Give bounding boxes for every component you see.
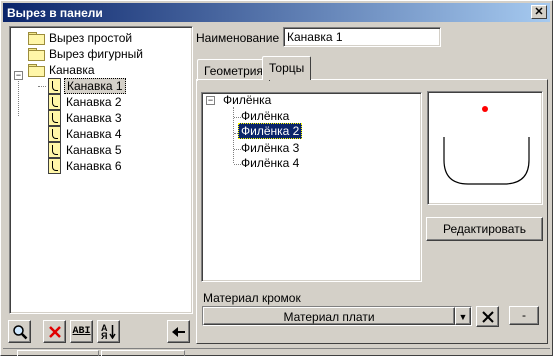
- edit-button[interactable]: Редактировать: [426, 217, 543, 241]
- tree-item-groove-1[interactable]: Канавка 1: [48, 78, 126, 94]
- profile-preview: [427, 91, 543, 205]
- groove-icon: [48, 158, 61, 174]
- magnifier-icon: [12, 324, 27, 339]
- status-bar: [3, 348, 550, 356]
- tree-item-panel-root[interactable]: Филёнка: [221, 93, 273, 109]
- tree-item-simple-cutout[interactable]: Вырез простой: [28, 30, 134, 46]
- tree-item-label: Канавка 6: [66, 159, 122, 173]
- tree-item-label: Филёнка: [241, 109, 290, 123]
- tree-item-groove-4[interactable]: Канавка 4: [48, 126, 124, 142]
- groove-icon: [48, 94, 61, 110]
- tab-geometry[interactable]: Геометрия: [197, 59, 270, 81]
- sort-arrow-icon: [109, 325, 116, 339]
- delete-button[interactable]: [43, 320, 66, 343]
- collapse-toggle[interactable]: −: [14, 71, 23, 80]
- tree-item-label: Вырез простой: [49, 31, 133, 45]
- tree-item-label: Филёнка 2: [238, 123, 303, 139]
- rename-icon: ABI: [72, 326, 91, 337]
- material-select[interactable]: Материал плати ▼: [202, 306, 472, 326]
- chevron-down-icon[interactable]: ▼: [455, 307, 471, 325]
- window-title: Вырез в панели: [7, 6, 103, 20]
- tree-item-label: Канавка 3: [66, 111, 122, 125]
- clear-material-button[interactable]: [476, 306, 499, 327]
- rename-button[interactable]: ABI: [70, 320, 93, 343]
- groove-icon: [48, 142, 61, 158]
- status-segment: [101, 350, 185, 356]
- dialog-window: Вырез в панели ✕ − Вырез простой Вырез ф…: [0, 0, 553, 356]
- groove-icon: [48, 126, 61, 142]
- tree-item-label: Филёнка: [223, 93, 272, 107]
- material-extra-field: -: [509, 306, 539, 325]
- close-button[interactable]: ✕: [531, 5, 547, 19]
- red-x-icon: [48, 325, 61, 338]
- tree-item-groove-6[interactable]: Канавка 6: [48, 158, 124, 174]
- sort-button[interactable]: AЯ: [97, 320, 120, 343]
- tree-item-label: Канавка 5: [66, 143, 122, 157]
- tree-item-label: Вырез фигурный: [49, 47, 143, 61]
- name-input[interactable]: Канавка 1: [283, 27, 441, 47]
- material-value: Материал плати: [203, 307, 455, 325]
- material-label: Материал кромок: [203, 291, 301, 305]
- tree-item-label: Филёнка 3: [241, 141, 300, 155]
- tree-item-groove-2[interactable]: Канавка 2: [48, 94, 124, 110]
- title-bar[interactable]: Вырез в панели ✕: [3, 3, 550, 22]
- tab-edges[interactable]: Торцы: [262, 56, 312, 80]
- tree-item-label: Канавка 2: [66, 95, 122, 109]
- tree-item-panel-2[interactable]: Филёнка 2: [238, 123, 303, 140]
- cutout-tree[interactable]: − Вырез простой Вырез фигурный Канавка К…: [9, 26, 193, 314]
- sort-glyph: AЯ: [101, 322, 108, 341]
- groove-icon: [48, 78, 61, 94]
- folder-icon: [28, 32, 45, 45]
- tree-item-panel-3[interactable]: Филёнка 3: [239, 141, 301, 157]
- arrow-left-icon: [171, 326, 185, 337]
- tree-item-label: Канавка 4: [66, 127, 122, 141]
- collapse-toggle[interactable]: −: [206, 96, 215, 105]
- tree-connector: [18, 76, 19, 116]
- folder-open-icon: [28, 64, 45, 77]
- profile-outline: [443, 137, 530, 185]
- tree-item-groove-3[interactable]: Канавка 3: [48, 110, 124, 126]
- folder-icon: [28, 48, 45, 61]
- back-button[interactable]: [167, 320, 190, 343]
- status-segment: [17, 350, 99, 356]
- tree-item-label: Канавка 1: [64, 78, 126, 94]
- sort-az-icon: AЯ: [101, 322, 116, 341]
- name-label: Наименование: [196, 31, 280, 45]
- search-button[interactable]: [8, 320, 31, 343]
- groove-profile-drawing: [443, 106, 530, 185]
- tree-item-panel-4[interactable]: Филёнка 4: [239, 156, 301, 172]
- tree-item-groove-5[interactable]: Канавка 5: [48, 142, 124, 158]
- groove-icon: [48, 110, 61, 126]
- tree-item-shaped-cutout[interactable]: Вырез фигурный: [28, 46, 145, 62]
- tree-item-groove-folder[interactable]: Канавка: [28, 62, 97, 78]
- tree-item-label: Филёнка 4: [241, 156, 300, 170]
- tree-item-label: Канавка: [49, 63, 95, 77]
- tree-connector: [38, 86, 46, 87]
- tree-connector: [233, 107, 234, 163]
- panel-tree[interactable]: [201, 92, 422, 282]
- close-icon: [481, 310, 494, 323]
- anchor-point: [482, 106, 488, 112]
